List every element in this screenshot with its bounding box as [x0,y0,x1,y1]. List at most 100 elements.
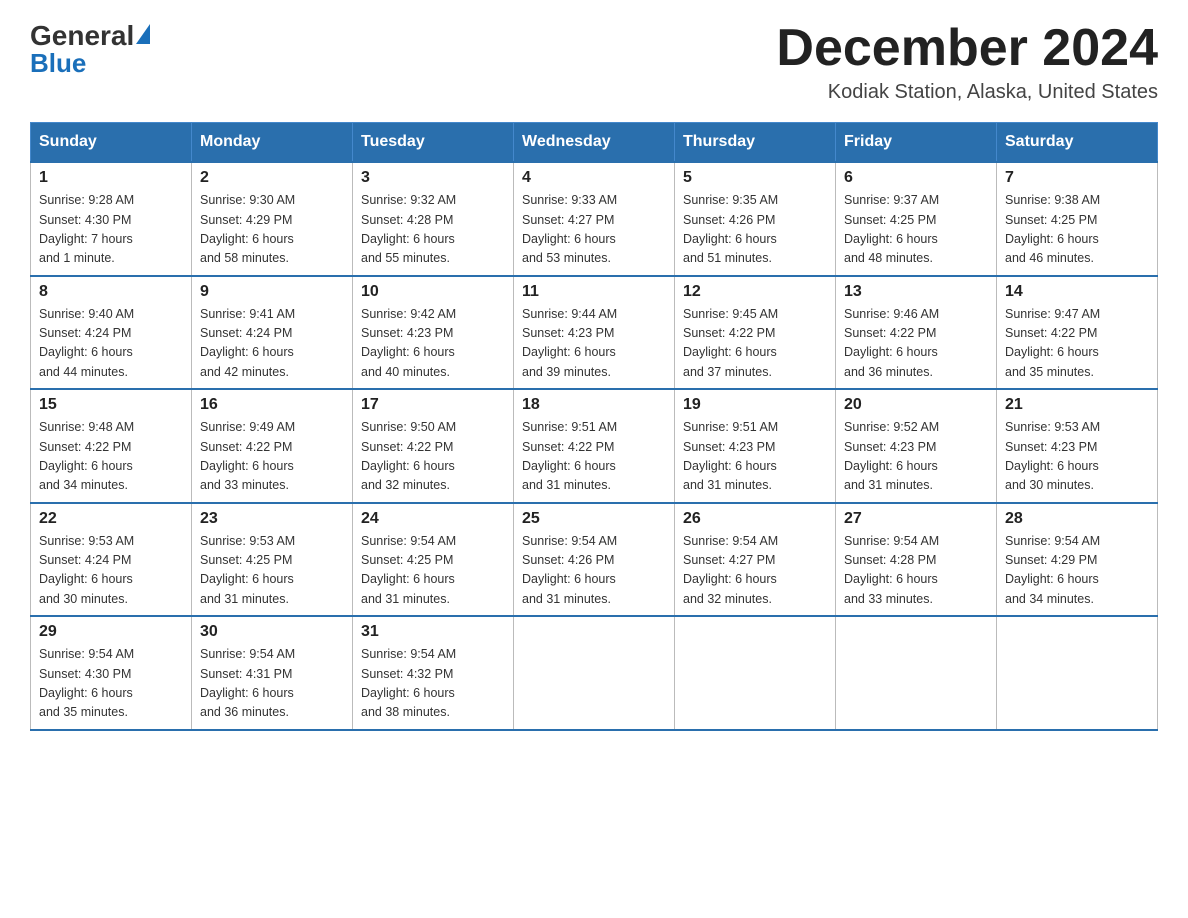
calendar-header-saturday: Saturday [997,123,1158,163]
calendar-cell: 24 Sunrise: 9:54 AMSunset: 4:25 PMDaylig… [353,503,514,617]
title-area: December 2024 Kodiak Station, Alaska, Un… [776,20,1158,104]
calendar-week-row: 8 Sunrise: 9:40 AMSunset: 4:24 PMDayligh… [31,276,1158,390]
calendar-cell [514,616,675,730]
calendar-cell: 21 Sunrise: 9:53 AMSunset: 4:23 PMDaylig… [997,389,1158,503]
day-number: 3 [361,169,505,187]
calendar-cell: 20 Sunrise: 9:52 AMSunset: 4:23 PMDaylig… [836,389,997,503]
day-info: Sunrise: 9:45 AMSunset: 4:22 PMDaylight:… [683,305,827,383]
calendar-cell: 29 Sunrise: 9:54 AMSunset: 4:30 PMDaylig… [31,616,192,730]
day-info: Sunrise: 9:30 AMSunset: 4:29 PMDaylight:… [200,191,344,269]
calendar-cell: 31 Sunrise: 9:54 AMSunset: 4:32 PMDaylig… [353,616,514,730]
day-number: 13 [844,283,988,301]
day-info: Sunrise: 9:54 AMSunset: 4:31 PMDaylight:… [200,645,344,723]
calendar-cell: 27 Sunrise: 9:54 AMSunset: 4:28 PMDaylig… [836,503,997,617]
month-title: December 2024 [776,20,1158,77]
calendar-cell: 5 Sunrise: 9:35 AMSunset: 4:26 PMDayligh… [675,162,836,276]
day-number: 15 [39,396,183,414]
calendar-cell: 16 Sunrise: 9:49 AMSunset: 4:22 PMDaylig… [192,389,353,503]
day-number: 18 [522,396,666,414]
calendar-cell: 13 Sunrise: 9:46 AMSunset: 4:22 PMDaylig… [836,276,997,390]
day-info: Sunrise: 9:38 AMSunset: 4:25 PMDaylight:… [1005,191,1149,269]
day-info: Sunrise: 9:54 AMSunset: 4:26 PMDaylight:… [522,532,666,610]
calendar-cell: 2 Sunrise: 9:30 AMSunset: 4:29 PMDayligh… [192,162,353,276]
day-info: Sunrise: 9:54 AMSunset: 4:29 PMDaylight:… [1005,532,1149,610]
day-number: 23 [200,510,344,528]
calendar-week-row: 29 Sunrise: 9:54 AMSunset: 4:30 PMDaylig… [31,616,1158,730]
calendar-week-row: 22 Sunrise: 9:53 AMSunset: 4:24 PMDaylig… [31,503,1158,617]
calendar-cell: 10 Sunrise: 9:42 AMSunset: 4:23 PMDaylig… [353,276,514,390]
day-info: Sunrise: 9:50 AMSunset: 4:22 PMDaylight:… [361,418,505,496]
day-info: Sunrise: 9:53 AMSunset: 4:25 PMDaylight:… [200,532,344,610]
calendar-cell: 26 Sunrise: 9:54 AMSunset: 4:27 PMDaylig… [675,503,836,617]
calendar-header-friday: Friday [836,123,997,163]
day-number: 30 [200,623,344,641]
calendar-cell: 25 Sunrise: 9:54 AMSunset: 4:26 PMDaylig… [514,503,675,617]
day-info: Sunrise: 9:47 AMSunset: 4:22 PMDaylight:… [1005,305,1149,383]
day-number: 19 [683,396,827,414]
day-number: 25 [522,510,666,528]
calendar-cell: 12 Sunrise: 9:45 AMSunset: 4:22 PMDaylig… [675,276,836,390]
day-number: 26 [683,510,827,528]
day-info: Sunrise: 9:54 AMSunset: 4:28 PMDaylight:… [844,532,988,610]
day-number: 17 [361,396,505,414]
day-number: 2 [200,169,344,187]
calendar-week-row: 15 Sunrise: 9:48 AMSunset: 4:22 PMDaylig… [31,389,1158,503]
logo-triangle-icon [136,24,150,44]
calendar-cell: 22 Sunrise: 9:53 AMSunset: 4:24 PMDaylig… [31,503,192,617]
day-number: 20 [844,396,988,414]
day-number: 5 [683,169,827,187]
day-info: Sunrise: 9:35 AMSunset: 4:26 PMDaylight:… [683,191,827,269]
calendar-cell: 11 Sunrise: 9:44 AMSunset: 4:23 PMDaylig… [514,276,675,390]
calendar-cell: 17 Sunrise: 9:50 AMSunset: 4:22 PMDaylig… [353,389,514,503]
day-number: 21 [1005,396,1149,414]
day-info: Sunrise: 9:32 AMSunset: 4:28 PMDaylight:… [361,191,505,269]
day-info: Sunrise: 9:54 AMSunset: 4:30 PMDaylight:… [39,645,183,723]
calendar-cell: 15 Sunrise: 9:48 AMSunset: 4:22 PMDaylig… [31,389,192,503]
calendar-week-row: 1 Sunrise: 9:28 AMSunset: 4:30 PMDayligh… [31,162,1158,276]
day-number: 27 [844,510,988,528]
day-number: 10 [361,283,505,301]
calendar-cell [836,616,997,730]
day-number: 24 [361,510,505,528]
day-number: 12 [683,283,827,301]
day-info: Sunrise: 9:41 AMSunset: 4:24 PMDaylight:… [200,305,344,383]
calendar-cell: 18 Sunrise: 9:51 AMSunset: 4:22 PMDaylig… [514,389,675,503]
day-number: 31 [361,623,505,641]
calendar-header-thursday: Thursday [675,123,836,163]
logo: General Blue [30,20,152,79]
day-number: 11 [522,283,666,301]
day-info: Sunrise: 9:28 AMSunset: 4:30 PMDaylight:… [39,191,183,269]
calendar-cell: 30 Sunrise: 9:54 AMSunset: 4:31 PMDaylig… [192,616,353,730]
day-number: 28 [1005,510,1149,528]
day-info: Sunrise: 9:51 AMSunset: 4:23 PMDaylight:… [683,418,827,496]
calendar-cell: 6 Sunrise: 9:37 AMSunset: 4:25 PMDayligh… [836,162,997,276]
calendar-cell: 4 Sunrise: 9:33 AMSunset: 4:27 PMDayligh… [514,162,675,276]
calendar-cell: 14 Sunrise: 9:47 AMSunset: 4:22 PMDaylig… [997,276,1158,390]
calendar-cell [997,616,1158,730]
day-info: Sunrise: 9:37 AMSunset: 4:25 PMDaylight:… [844,191,988,269]
day-number: 9 [200,283,344,301]
calendar-cell: 3 Sunrise: 9:32 AMSunset: 4:28 PMDayligh… [353,162,514,276]
day-info: Sunrise: 9:42 AMSunset: 4:23 PMDaylight:… [361,305,505,383]
day-number: 16 [200,396,344,414]
calendar-cell: 9 Sunrise: 9:41 AMSunset: 4:24 PMDayligh… [192,276,353,390]
day-info: Sunrise: 9:48 AMSunset: 4:22 PMDaylight:… [39,418,183,496]
calendar-cell: 28 Sunrise: 9:54 AMSunset: 4:29 PMDaylig… [997,503,1158,617]
calendar-cell: 8 Sunrise: 9:40 AMSunset: 4:24 PMDayligh… [31,276,192,390]
day-number: 14 [1005,283,1149,301]
day-info: Sunrise: 9:53 AMSunset: 4:23 PMDaylight:… [1005,418,1149,496]
calendar-cell: 1 Sunrise: 9:28 AMSunset: 4:30 PMDayligh… [31,162,192,276]
calendar-cell: 19 Sunrise: 9:51 AMSunset: 4:23 PMDaylig… [675,389,836,503]
calendar-cell [675,616,836,730]
day-number: 1 [39,169,183,187]
calendar-header-row: SundayMondayTuesdayWednesdayThursdayFrid… [31,123,1158,163]
calendar-cell: 7 Sunrise: 9:38 AMSunset: 4:25 PMDayligh… [997,162,1158,276]
logo-blue-text: Blue [30,48,86,79]
calendar-header-tuesday: Tuesday [353,123,514,163]
calendar-header-monday: Monday [192,123,353,163]
day-number: 22 [39,510,183,528]
day-info: Sunrise: 9:51 AMSunset: 4:22 PMDaylight:… [522,418,666,496]
calendar-header-wednesday: Wednesday [514,123,675,163]
day-info: Sunrise: 9:33 AMSunset: 4:27 PMDaylight:… [522,191,666,269]
day-info: Sunrise: 9:54 AMSunset: 4:32 PMDaylight:… [361,645,505,723]
